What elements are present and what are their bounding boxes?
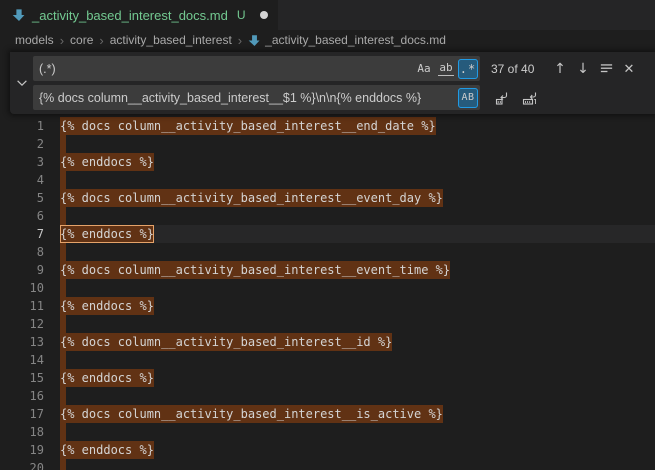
breadcrumb-filename: _activity_based_interest_docs.md bbox=[265, 33, 446, 47]
preserve-case-toggle[interactable]: AB bbox=[458, 88, 478, 108]
code-area: 1 {% docs column__activity_based_interest… bbox=[0, 117, 655, 470]
search-match-empty bbox=[60, 459, 66, 470]
current-search-match: {% enddocs %} bbox=[60, 225, 154, 243]
breadcrumb-file[interactable]: _activity_based_interest_docs.md bbox=[248, 33, 446, 47]
editor-line[interactable]: 10 bbox=[0, 279, 655, 297]
editor-line[interactable]: 4 bbox=[0, 171, 655, 189]
line-number: 20 bbox=[0, 459, 44, 470]
line-number: 11 bbox=[0, 297, 44, 315]
search-match-empty bbox=[60, 171, 66, 189]
editor-line[interactable]: 19 {% enddocs %} bbox=[0, 441, 655, 459]
editor-line[interactable]: 3 {% enddocs %} bbox=[0, 153, 655, 171]
whole-word-toggle[interactable]: ab bbox=[436, 59, 456, 79]
line-number: 18 bbox=[0, 423, 44, 441]
breadcrumb-core[interactable]: core bbox=[70, 33, 93, 47]
editor-line[interactable]: 17 {% docs column__activity_based_interes… bbox=[0, 405, 655, 423]
find-in-selection-button[interactable] bbox=[596, 59, 616, 79]
editor-line[interactable]: 2 bbox=[0, 135, 655, 153]
close-find-button[interactable]: ✕ bbox=[619, 59, 639, 79]
find-value: (.*) bbox=[39, 62, 412, 76]
search-match-empty bbox=[60, 351, 66, 369]
editor-line[interactable]: 8 bbox=[0, 243, 655, 261]
editor-line[interactable]: 20 bbox=[0, 459, 655, 470]
line-number: 17 bbox=[0, 405, 44, 423]
editor-line[interactable]: 16 bbox=[0, 387, 655, 405]
match-count: 37 of 40 bbox=[491, 62, 547, 76]
search-match-empty bbox=[60, 423, 66, 441]
line-number: 16 bbox=[0, 387, 44, 405]
line-number: 15 bbox=[0, 369, 44, 387]
line-number: 2 bbox=[0, 135, 44, 153]
editor: (.*) Aa ab .* 37 of 40 ↑ ↓ ✕ {% docs col… bbox=[0, 50, 655, 470]
search-match: {% docs column__activity_based_interest_… bbox=[60, 117, 436, 135]
editor-line[interactable]: 15 {% enddocs %} bbox=[0, 369, 655, 387]
line-number: 8 bbox=[0, 243, 44, 261]
breadcrumb-activity-based-interest[interactable]: activity_based_interest bbox=[110, 33, 232, 47]
editor-line[interactable]: 5 {% docs column__activity_based_interest… bbox=[0, 189, 655, 207]
editor-line[interactable]: 12 bbox=[0, 315, 655, 333]
editor-line[interactable]: 13 {% docs column__activity_based_interes… bbox=[0, 333, 655, 351]
breadcrumb-models[interactable]: models bbox=[15, 33, 54, 47]
line-number: 10 bbox=[0, 279, 44, 297]
modified-dot-icon[interactable] bbox=[260, 11, 268, 19]
line-number: 4 bbox=[0, 171, 44, 189]
line-number: 14 bbox=[0, 351, 44, 369]
editor-line[interactable]: 6 bbox=[0, 207, 655, 225]
find-input[interactable]: (.*) Aa ab .* bbox=[33, 56, 480, 81]
replace-value: {% docs column__activity_based_interest_… bbox=[39, 91, 456, 105]
line-number: 12 bbox=[0, 315, 44, 333]
search-match: {% docs column__activity_based_interest_… bbox=[60, 333, 392, 351]
find-replace-widget: (.*) Aa ab .* 37 of 40 ↑ ↓ ✕ {% docs col… bbox=[10, 52, 655, 114]
replace-button[interactable] bbox=[492, 88, 512, 108]
line-number: 5 bbox=[0, 189, 44, 207]
next-match-button[interactable]: ↓ bbox=[573, 59, 593, 79]
search-match-empty bbox=[60, 243, 66, 261]
markdown-file-icon bbox=[248, 34, 261, 47]
git-untracked-badge: U bbox=[237, 8, 246, 22]
breadcrumb: models › core › activity_based_interest … bbox=[0, 30, 655, 50]
search-match: {% enddocs %} bbox=[60, 441, 154, 459]
line-number: 3 bbox=[0, 153, 44, 171]
line-number: 7 bbox=[0, 225, 44, 243]
replace-row: {% docs column__activity_based_interest_… bbox=[33, 85, 655, 110]
breadcrumb-separator-icon: › bbox=[99, 34, 103, 47]
match-case-toggle[interactable]: Aa bbox=[414, 59, 434, 79]
search-match: {% docs column__activity_based_interest_… bbox=[60, 189, 443, 207]
editor-line-current[interactable]: 7 {% enddocs %} bbox=[0, 225, 655, 243]
line-number: 13 bbox=[0, 333, 44, 351]
search-match-empty bbox=[60, 135, 66, 153]
find-row: (.*) Aa ab .* 37 of 40 ↑ ↓ ✕ bbox=[33, 56, 655, 81]
editor-line[interactable]: 9 {% docs column__activity_based_interest… bbox=[0, 261, 655, 279]
search-match-empty bbox=[60, 279, 66, 297]
tab-activity-docs[interactable]: _activity_based_interest_docs.md U bbox=[0, 0, 278, 30]
line-number: 19 bbox=[0, 441, 44, 459]
line-number: 6 bbox=[0, 207, 44, 225]
search-match-empty bbox=[60, 207, 66, 225]
previous-match-button[interactable]: ↑ bbox=[550, 59, 570, 79]
replace-all-button[interactable] bbox=[520, 88, 540, 108]
editor-line[interactable]: 18 bbox=[0, 423, 655, 441]
search-match: {% docs column__activity_based_interest_… bbox=[60, 261, 450, 279]
line-number: 9 bbox=[0, 261, 44, 279]
editor-line[interactable]: 14 bbox=[0, 351, 655, 369]
search-match-empty bbox=[60, 387, 66, 405]
editor-line[interactable]: 11 {% enddocs %} bbox=[0, 297, 655, 315]
search-match-empty bbox=[60, 315, 66, 333]
editor-line[interactable]: 1 {% docs column__activity_based_interest… bbox=[0, 117, 655, 135]
markdown-file-icon bbox=[11, 8, 26, 23]
regex-toggle[interactable]: .* bbox=[458, 59, 478, 79]
search-match: {% enddocs %} bbox=[60, 297, 154, 315]
search-match: {% enddocs %} bbox=[60, 153, 154, 171]
line-number: 1 bbox=[0, 117, 44, 135]
toggle-replace-chevron-icon[interactable] bbox=[10, 52, 33, 114]
tab-filename: _activity_based_interest_docs.md bbox=[32, 8, 228, 23]
search-match: {% docs column__activity_based_interest_… bbox=[60, 405, 443, 423]
tab-bar: _activity_based_interest_docs.md U bbox=[0, 0, 655, 30]
breadcrumb-separator-icon: › bbox=[238, 34, 242, 47]
search-match: {% enddocs %} bbox=[60, 369, 154, 387]
replace-input[interactable]: {% docs column__activity_based_interest_… bbox=[33, 85, 480, 110]
breadcrumb-separator-icon: › bbox=[60, 34, 64, 47]
